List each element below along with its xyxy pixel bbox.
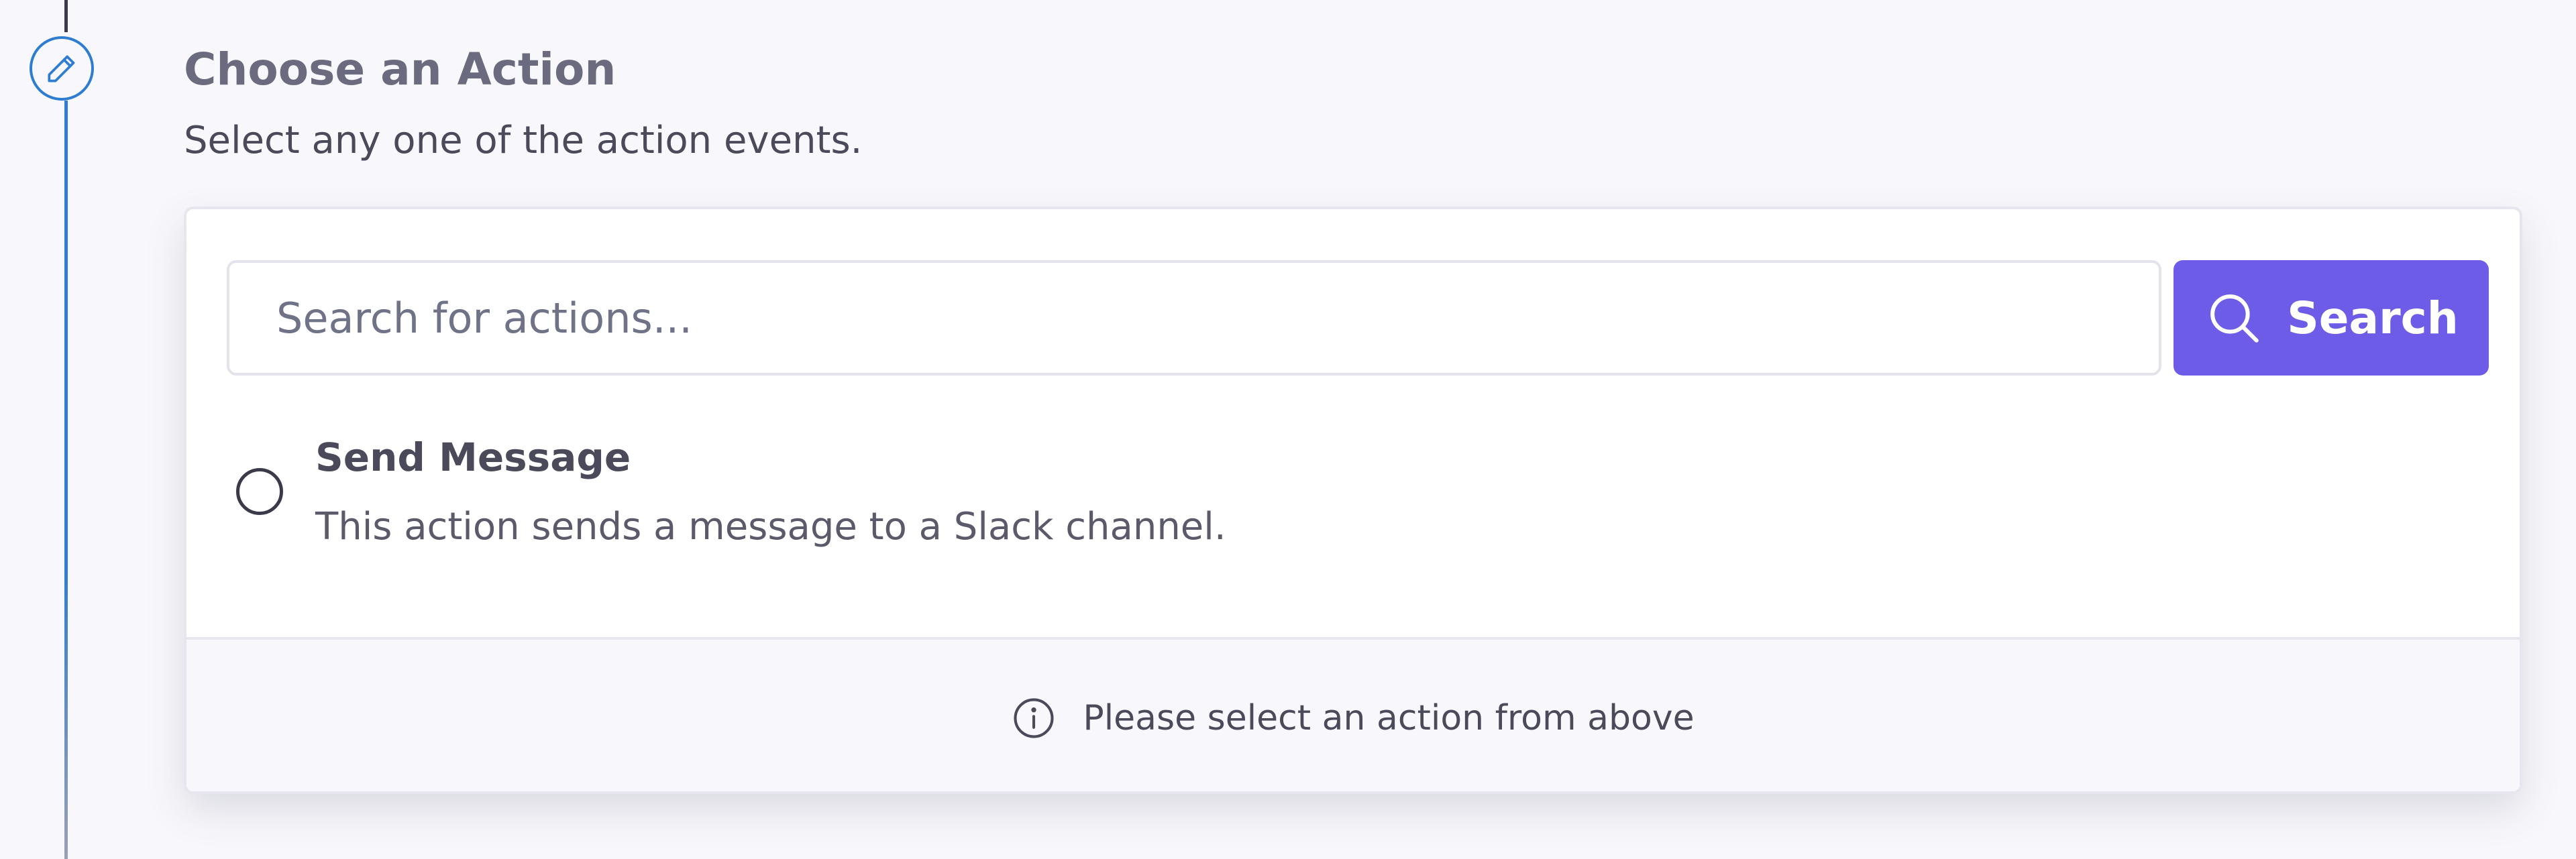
timeline-rail xyxy=(64,101,68,859)
step-indicator xyxy=(30,36,94,101)
action-card: Search Send Message This action sends a … xyxy=(184,207,2522,794)
pencil-icon xyxy=(48,55,75,82)
action-option-send-message[interactable]: Send Message This action sends a message… xyxy=(186,431,2520,632)
search-button-label: Search xyxy=(2287,292,2459,344)
action-title: Send Message xyxy=(315,435,631,480)
step-title: Choose an Action xyxy=(184,44,616,95)
action-radio[interactable] xyxy=(236,468,283,515)
search-button[interactable]: Search xyxy=(2174,260,2489,376)
action-description: This action sends a message to a Slack c… xyxy=(315,505,1226,549)
step-subtitle: Select any one of the action events. xyxy=(184,119,863,162)
choose-action-step: Choose an Action Select any one of the a… xyxy=(0,0,2576,859)
selection-hint: Please select an action from above xyxy=(186,637,2520,791)
selection-hint-text: Please select an action from above xyxy=(1083,698,1695,738)
search-input[interactable] xyxy=(227,260,2161,376)
timeline-rail-top xyxy=(64,0,68,32)
info-icon xyxy=(1012,696,1056,740)
search-icon xyxy=(2210,294,2259,343)
